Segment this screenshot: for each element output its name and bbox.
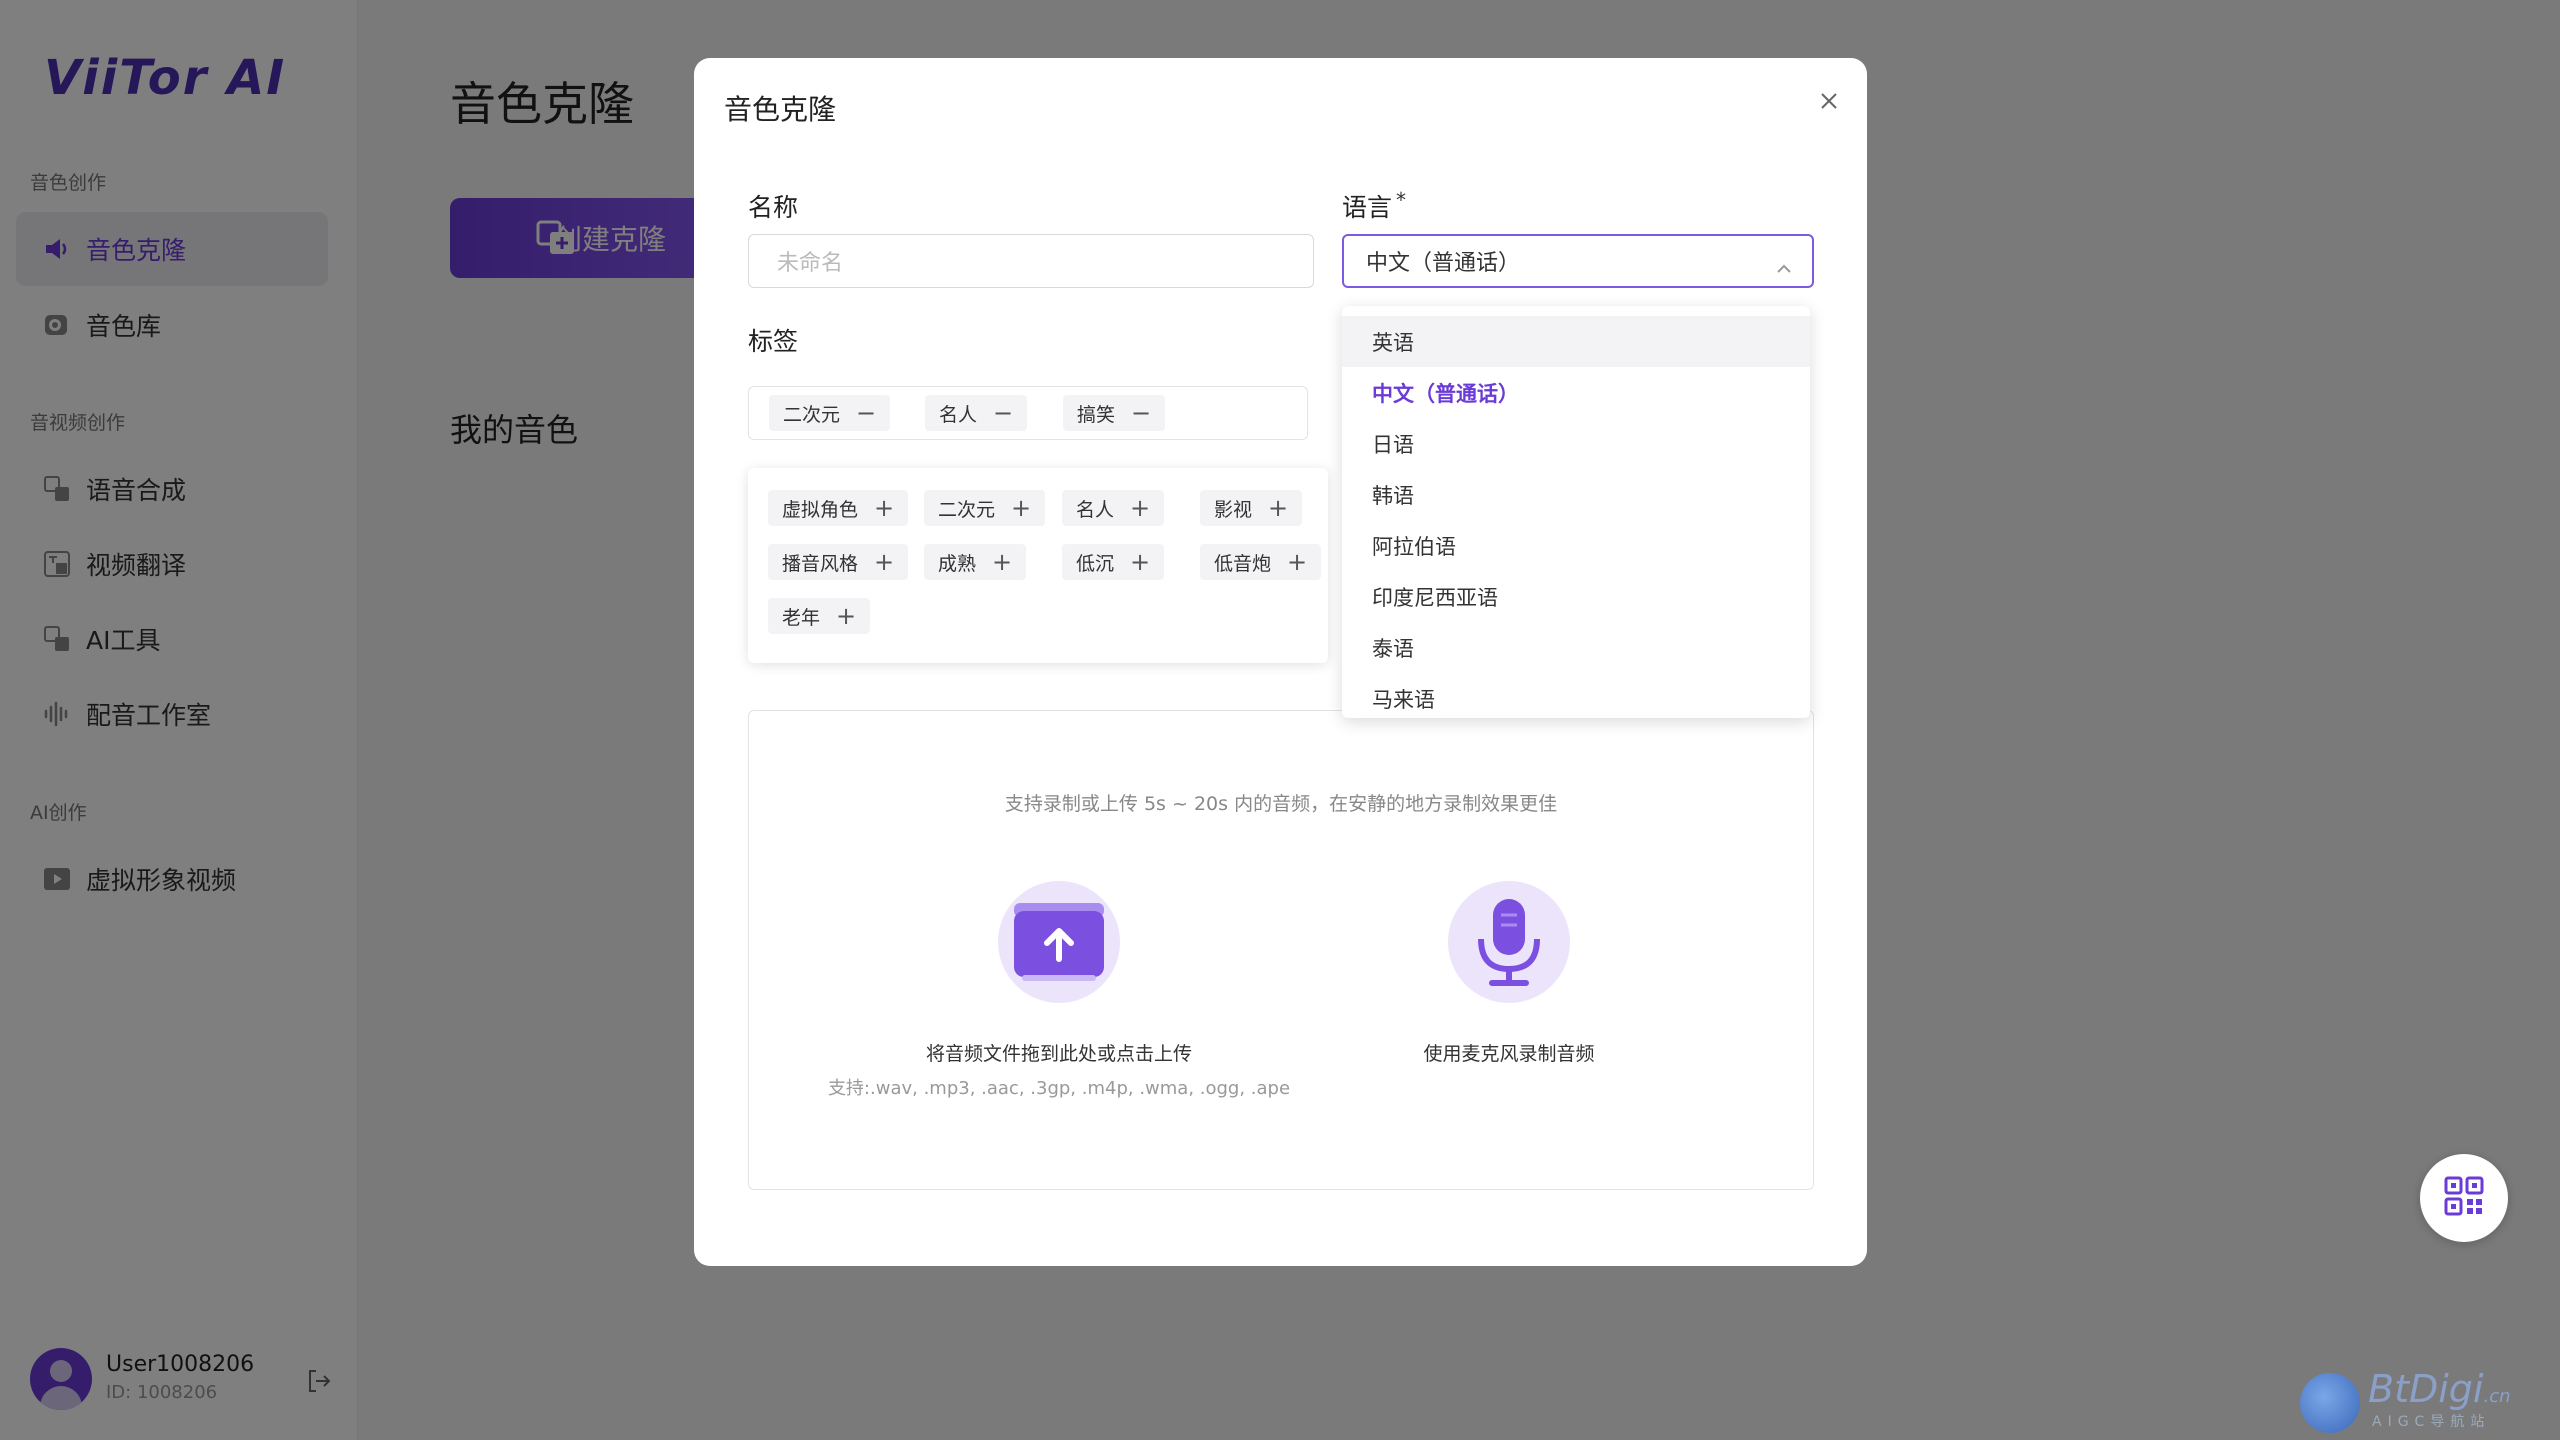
dialog-title: 音色克隆 bbox=[724, 93, 837, 126]
language-option-selected[interactable]: 中文（普通话） bbox=[1342, 367, 1810, 418]
plus-icon[interactable]: + bbox=[1287, 550, 1307, 574]
watermark-text: BtDigi.cn bbox=[2368, 1367, 2511, 1411]
tags-label: 标签 bbox=[748, 327, 799, 356]
tag-label: 影视 bbox=[1214, 498, 1253, 521]
plus-icon[interactable]: + bbox=[1130, 496, 1150, 520]
tag-label: 老年 bbox=[782, 606, 821, 629]
language-option[interactable]: 阿拉伯语 bbox=[1342, 520, 1810, 571]
plus-icon[interactable]: + bbox=[874, 496, 894, 520]
watermark: BtDigi.cn AIGC导航站 bbox=[2300, 1365, 2540, 1435]
file-upload-zone[interactable]: 将音频文件拖到此处或点击上传 支持:.wav, .mp3, .aac, .3gp… bbox=[809, 881, 1309, 1100]
tag-label: 低沉 bbox=[1076, 552, 1115, 575]
tag-option[interactable]: 名人 + bbox=[1062, 490, 1165, 526]
tag-label: 名人 bbox=[939, 403, 978, 426]
tag-option[interactable]: 虚拟角色 + bbox=[768, 490, 909, 526]
tag-options-panel: 虚拟角色 + 二次元 + 名人 + 影视 + 播音风格 + 成熟 + 低沉 + 低音炮 + 老年… bbox=[748, 468, 1328, 663]
plus-icon[interactable]: + bbox=[1130, 550, 1150, 574]
mic-record-zone[interactable]: 使用麦克风录制音频 bbox=[1259, 881, 1759, 1066]
language-label-text: 语言 bbox=[1342, 193, 1393, 222]
plus-icon[interactable]: + bbox=[992, 550, 1012, 574]
selected-tags-bar[interactable]: 二次元 − 名人 − 搞笑 − bbox=[748, 386, 1308, 440]
close-icon[interactable] bbox=[1814, 86, 1844, 116]
tag-label: 名人 bbox=[1076, 498, 1115, 521]
language-option[interactable]: 马来语 bbox=[1342, 673, 1810, 718]
upload-hint: 支持录制或上传 5s ~ 20s 内的音频，在安静的地方录制效果更佳 bbox=[1004, 793, 1558, 815]
tag-label: 低音炮 bbox=[1214, 552, 1272, 575]
language-option[interactable]: 印度尼西亚语 bbox=[1342, 571, 1810, 622]
language-select[interactable]: 中文（普通话） bbox=[1342, 234, 1814, 288]
upload-icon[interactable] bbox=[998, 881, 1120, 1003]
required-mark: * bbox=[1396, 188, 1407, 212]
tag-label: 播音风格 bbox=[782, 552, 859, 575]
audio-upload-area: 支持录制或上传 5s ~ 20s 内的音频，在安静的地方录制效果更佳 将音频文件… bbox=[748, 710, 1814, 1190]
minus-icon[interactable]: − bbox=[856, 401, 876, 425]
minus-icon[interactable]: − bbox=[993, 401, 1013, 425]
selected-tag[interactable]: 二次元 − bbox=[769, 395, 891, 431]
upload-text: 将音频文件拖到此处或点击上传 bbox=[925, 1043, 1192, 1065]
tag-label: 搞笑 bbox=[1077, 403, 1116, 426]
plus-icon[interactable]: + bbox=[874, 550, 894, 574]
selected-tag[interactable]: 名人 − bbox=[925, 395, 1028, 431]
tag-option[interactable]: 影视 + bbox=[1200, 490, 1303, 526]
tag-label: 虚拟角色 bbox=[782, 498, 859, 521]
upload-formats: 支持:.wav, .mp3, .aac, .3gp, .m4p, .wma, .… bbox=[827, 1078, 1291, 1099]
tag-option[interactable]: 低音炮 + bbox=[1200, 544, 1322, 580]
tag-option[interactable]: 二次元 + bbox=[924, 490, 1046, 526]
qr-code-icon bbox=[2443, 1175, 2485, 1221]
tag-label: 二次元 bbox=[783, 403, 841, 426]
plus-icon[interactable]: + bbox=[1011, 496, 1031, 520]
language-option[interactable]: 泰语 bbox=[1342, 622, 1810, 673]
tag-option[interactable]: 播音风格 + bbox=[768, 544, 909, 580]
language-option[interactable]: 英语 bbox=[1342, 316, 1810, 367]
selected-tag[interactable]: 搞笑 − bbox=[1063, 395, 1166, 431]
qr-code-button[interactable] bbox=[2420, 1154, 2508, 1242]
name-label: 名称 bbox=[748, 193, 799, 222]
watermark-subtext: AIGC导航站 bbox=[2372, 1414, 2491, 1430]
record-text: 使用麦克风录制音频 bbox=[1423, 1043, 1595, 1065]
tag-label: 成熟 bbox=[938, 552, 977, 575]
tag-option[interactable]: 老年 + bbox=[768, 598, 871, 634]
language-label: 语言 * bbox=[1342, 188, 1406, 224]
microphone-icon[interactable] bbox=[1448, 881, 1570, 1003]
language-select-value: 中文（普通话） bbox=[1366, 251, 1521, 276]
tag-label: 二次元 bbox=[938, 498, 996, 521]
plus-icon[interactable]: + bbox=[1268, 496, 1288, 520]
chevron-up-icon bbox=[1776, 256, 1792, 273]
language-option[interactable]: 韩语 bbox=[1342, 469, 1810, 520]
minus-icon[interactable]: − bbox=[1131, 401, 1151, 425]
tag-option[interactable]: 低沉 + bbox=[1062, 544, 1165, 580]
language-dropdown[interactable]: 英语 中文（普通话） 日语 韩语 阿拉伯语 印度尼西亚语 泰语 马来语 bbox=[1342, 306, 1810, 718]
tag-option[interactable]: 成熟 + bbox=[924, 544, 1027, 580]
plus-icon[interactable]: + bbox=[836, 604, 856, 628]
name-input[interactable]: 未命名 bbox=[748, 234, 1314, 288]
language-option[interactable]: 日语 bbox=[1342, 418, 1810, 469]
watermark-logo-icon bbox=[2300, 1373, 2360, 1433]
